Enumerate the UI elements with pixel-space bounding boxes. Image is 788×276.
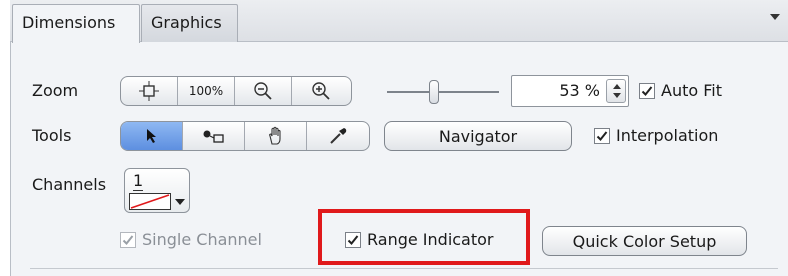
spin-up-icon[interactable] xyxy=(613,84,621,89)
channel-number: 1 xyxy=(133,171,144,190)
range-indicator-highlight xyxy=(318,209,530,265)
color-curve-icon xyxy=(130,194,170,209)
zoom-button-group: 100% xyxy=(120,76,352,106)
fit-icon xyxy=(139,81,159,101)
pan-tool-button[interactable] xyxy=(245,122,307,150)
quick-color-setup-button[interactable]: Quick Color Setup xyxy=(542,226,747,256)
checkmark-icon xyxy=(120,232,136,248)
auto-fit-label: Auto Fit xyxy=(661,81,722,100)
tab-dimensions[interactable]: Dimensions xyxy=(12,4,140,43)
zoom-slider-thumb[interactable] xyxy=(429,80,439,104)
channel-number-underline xyxy=(133,190,143,191)
eyedropper-icon xyxy=(330,128,347,144)
tab-graphics[interactable]: Graphics xyxy=(141,4,238,42)
select-tool-button[interactable] xyxy=(121,122,183,150)
zoom-100-button[interactable]: 100% xyxy=(178,77,235,105)
single-channel-checkbox[interactable]: Single Channel xyxy=(120,230,262,250)
arrow-pointer-icon xyxy=(146,129,156,143)
hand-pan-icon xyxy=(268,126,281,145)
navigator-label: Navigator xyxy=(438,126,518,146)
zoom-out-icon xyxy=(254,82,272,100)
chevron-down-icon[interactable] xyxy=(175,199,185,205)
navigator-button[interactable]: Navigator xyxy=(384,121,572,151)
channels-label: Channels xyxy=(32,175,107,194)
spin-down-icon[interactable] xyxy=(613,93,621,98)
draw-tool-button[interactable] xyxy=(183,122,245,150)
zoom-label: Zoom xyxy=(32,81,79,100)
color-picker-tool-button[interactable] xyxy=(307,122,369,150)
interpolation-label: Interpolation xyxy=(616,126,719,145)
quick-color-setup-label: Quick Color Setup xyxy=(572,231,717,251)
checkmark-icon xyxy=(594,128,610,144)
auto-fit-checkbox[interactable]: Auto Fit xyxy=(639,81,722,101)
zoom-in-icon xyxy=(311,82,330,100)
zoom-out-button[interactable] xyxy=(235,77,292,105)
zoom-100-label: 100% xyxy=(188,84,224,98)
zoom-value: 53 % xyxy=(559,81,600,100)
tab-menu-dropdown-icon[interactable] xyxy=(770,14,780,20)
fit-to-window-button[interactable] xyxy=(121,77,178,105)
checkmark-icon xyxy=(639,83,655,99)
zoom-in-button[interactable] xyxy=(292,77,349,105)
channel-color-swatch xyxy=(129,193,171,210)
draw-shapes-icon xyxy=(203,130,224,143)
single-channel-label: Single Channel xyxy=(142,230,262,249)
section-divider xyxy=(30,268,778,269)
tab-bar: Dimensions Graphics xyxy=(10,0,788,43)
interpolation-checkbox[interactable]: Interpolation xyxy=(594,126,718,146)
tools-label: Tools xyxy=(32,126,72,145)
channel-selector[interactable]: 1 xyxy=(124,168,190,213)
zoom-spin-buttons[interactable] xyxy=(606,79,626,103)
tools-button-group xyxy=(120,121,370,151)
zoom-slider-track[interactable] xyxy=(387,91,499,93)
zoom-value-spinbox[interactable]: 53 % xyxy=(511,75,629,107)
